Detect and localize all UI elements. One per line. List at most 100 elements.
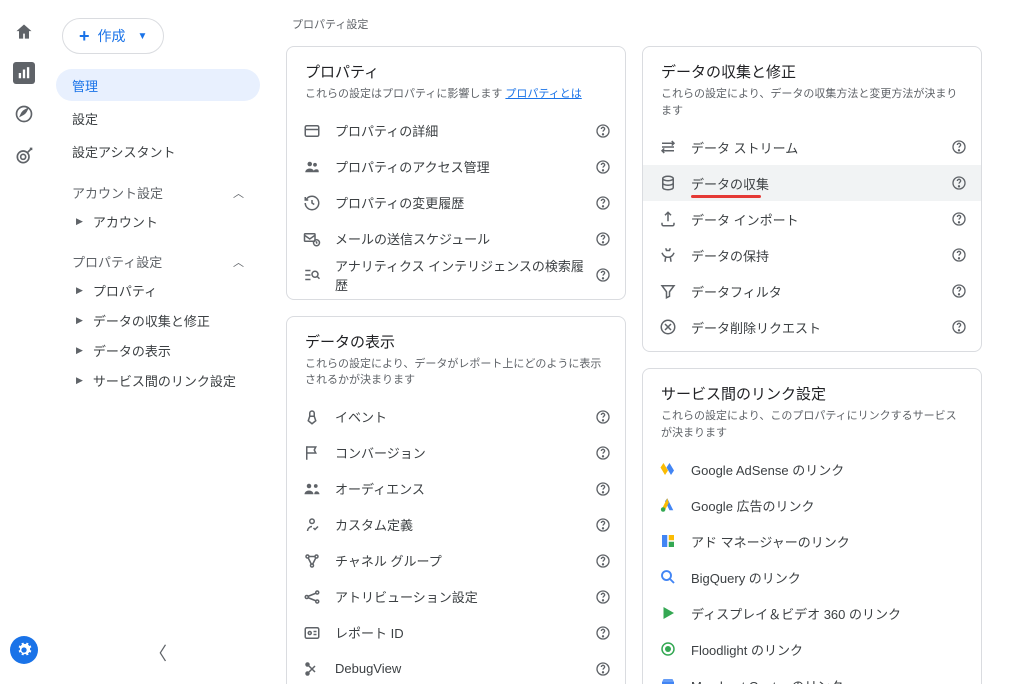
section-account[interactable]: アカウント設定 ︿ — [56, 175, 260, 206]
settings-row[interactable]: DebugView — [287, 651, 625, 684]
card-icon — [301, 122, 323, 140]
help-icon[interactable] — [951, 211, 967, 227]
subitem-data-display[interactable]: ▶データの表示 — [56, 335, 260, 365]
settings-gear-icon[interactable] — [10, 636, 38, 664]
property-help-link[interactable]: プロパティとは — [505, 88, 581, 100]
link-row-floodlight[interactable]: Floodlight のリンク — [643, 631, 981, 667]
create-button[interactable]: + 作成 ▼ — [62, 18, 164, 54]
help-icon[interactable] — [595, 589, 611, 605]
card-title: プロパティ — [305, 61, 607, 82]
retention-icon — [657, 246, 679, 264]
page-title: プロパティ設定 — [292, 16, 1006, 32]
settings-row[interactable]: データ ストリーム — [643, 129, 981, 165]
upload-icon — [657, 210, 679, 228]
help-icon[interactable] — [595, 409, 611, 425]
help-icon[interactable] — [951, 139, 967, 155]
collapse-sidebar-button[interactable]: 〈 — [149, 640, 167, 666]
link-row-dv360[interactable]: ディスプレイ＆ビデオ 360 のリンク — [643, 595, 981, 631]
search-insights-icon — [301, 266, 323, 284]
link-label: Google AdSense のリンク — [679, 460, 967, 479]
settings-row[interactable]: データの保持 — [643, 237, 981, 273]
settings-row[interactable]: カスタム定義 — [287, 507, 625, 543]
row-label: データ ストリーム — [679, 138, 951, 157]
link-row-merchant[interactable]: Merchant Center のリンク — [643, 667, 981, 684]
bar-chart-icon[interactable] — [13, 62, 35, 84]
help-icon[interactable] — [595, 267, 611, 283]
help-icon[interactable] — [951, 247, 967, 263]
settings-row[interactable]: イベント — [287, 399, 625, 435]
delete-icon — [657, 318, 679, 336]
settings-row[interactable]: オーディエンス — [287, 471, 625, 507]
row-label: データの収集 — [679, 174, 951, 193]
row-label: オーディエンス — [323, 479, 595, 498]
main-content: プロパティ設定 プロパティ これらの設定はプロパティに影響します プロパティとは… — [268, 0, 1024, 684]
nav-assistant[interactable]: 設定アシスタント — [56, 135, 260, 167]
home-icon[interactable] — [12, 20, 36, 44]
help-icon[interactable] — [595, 159, 611, 175]
custom-icon — [301, 516, 323, 534]
help-icon[interactable] — [595, 445, 611, 461]
row-label: プロパティの変更履歴 — [323, 193, 595, 212]
row-label: データ インポート — [679, 210, 951, 229]
card-property: プロパティ これらの設定はプロパティに影響します プロパティとは プロパティの詳… — [286, 46, 626, 300]
row-label: プロパティのアクセス管理 — [323, 157, 595, 176]
card-collect: データの収集と修正 これらの設定により、データの収集方法と変更方法が決まります … — [642, 46, 982, 352]
subitem-account[interactable]: ▶アカウント — [56, 206, 260, 236]
help-icon[interactable] — [595, 517, 611, 533]
report-id-icon — [301, 624, 323, 642]
card-title: データの収集と修正 — [661, 61, 963, 82]
chevron-up-icon: ︿ — [233, 254, 244, 270]
link-row-adsense[interactable]: Google AdSense のリンク — [643, 451, 981, 487]
nav-admin[interactable]: 管理 — [56, 69, 260, 101]
settings-row[interactable]: データの収集 — [643, 165, 981, 201]
sidebar: + 作成 ▼ 管理 設定 設定アシスタント アカウント設定 ︿ ▶アカウント プ… — [48, 0, 268, 684]
help-icon[interactable] — [595, 231, 611, 247]
help-icon[interactable] — [595, 553, 611, 569]
link-row-admanager[interactable]: アド マネージャーのリンク — [643, 523, 981, 559]
row-label: データの保持 — [679, 246, 951, 265]
link-row-bigquery[interactable]: BigQuery のリンク — [643, 559, 981, 595]
section-property[interactable]: プロパティ設定 ︿ — [56, 244, 260, 275]
card-links: サービス間のリンク設定 これらの設定により、このプロパティにリンクするサービスが… — [642, 368, 982, 684]
plus-icon: + — [79, 26, 90, 47]
link-row-ads[interactable]: Google 広告のリンク — [643, 487, 981, 523]
settings-row[interactable]: アトリビューション設定 — [287, 579, 625, 615]
create-label: 作成 — [98, 26, 126, 46]
settings-row[interactable]: レポート ID — [287, 615, 625, 651]
help-icon[interactable] — [951, 283, 967, 299]
help-icon[interactable] — [951, 319, 967, 335]
help-icon[interactable] — [595, 123, 611, 139]
settings-row[interactable]: プロパティの変更履歴 — [287, 185, 625, 221]
subitem-links[interactable]: ▶サービス間のリンク設定 — [56, 365, 260, 395]
settings-row[interactable]: プロパティのアクセス管理 — [287, 149, 625, 185]
link-label: アド マネージャーのリンク — [679, 532, 967, 551]
settings-row[interactable]: データ インポート — [643, 201, 981, 237]
settings-row[interactable]: アナリティクス インテリジェンスの検索履歴 — [287, 257, 625, 293]
row-label: アトリビューション設定 — [323, 587, 595, 606]
help-icon[interactable] — [951, 175, 967, 191]
card-subtitle: これらの設定により、このプロパティにリンクするサービスが決まります — [661, 408, 963, 441]
merchant-icon — [657, 674, 679, 684]
settings-row[interactable]: コンバージョン — [287, 435, 625, 471]
target-icon[interactable] — [12, 144, 36, 168]
subitem-property[interactable]: ▶プロパティ — [56, 275, 260, 305]
explore-icon[interactable] — [12, 102, 36, 126]
flag-icon — [301, 444, 323, 462]
settings-row[interactable]: メールの送信スケジュール — [287, 221, 625, 257]
row-label: メールの送信スケジュール — [323, 229, 595, 248]
help-icon[interactable] — [595, 661, 611, 677]
help-icon[interactable] — [595, 481, 611, 497]
subitem-data-collect[interactable]: ▶データの収集と修正 — [56, 305, 260, 335]
touch-icon — [301, 408, 323, 426]
settings-row[interactable]: データ削除リクエスト — [643, 309, 981, 345]
settings-row[interactable]: チャネル グループ — [287, 543, 625, 579]
icon-rail — [0, 0, 48, 684]
attribution-icon — [301, 588, 323, 606]
help-icon[interactable] — [595, 625, 611, 641]
settings-row[interactable]: データフィルタ — [643, 273, 981, 309]
help-icon[interactable] — [595, 195, 611, 211]
audience-icon — [301, 480, 323, 498]
settings-row[interactable]: プロパティの詳細 — [287, 113, 625, 149]
stream-icon — [657, 138, 679, 156]
nav-settings[interactable]: 設定 — [56, 102, 260, 134]
